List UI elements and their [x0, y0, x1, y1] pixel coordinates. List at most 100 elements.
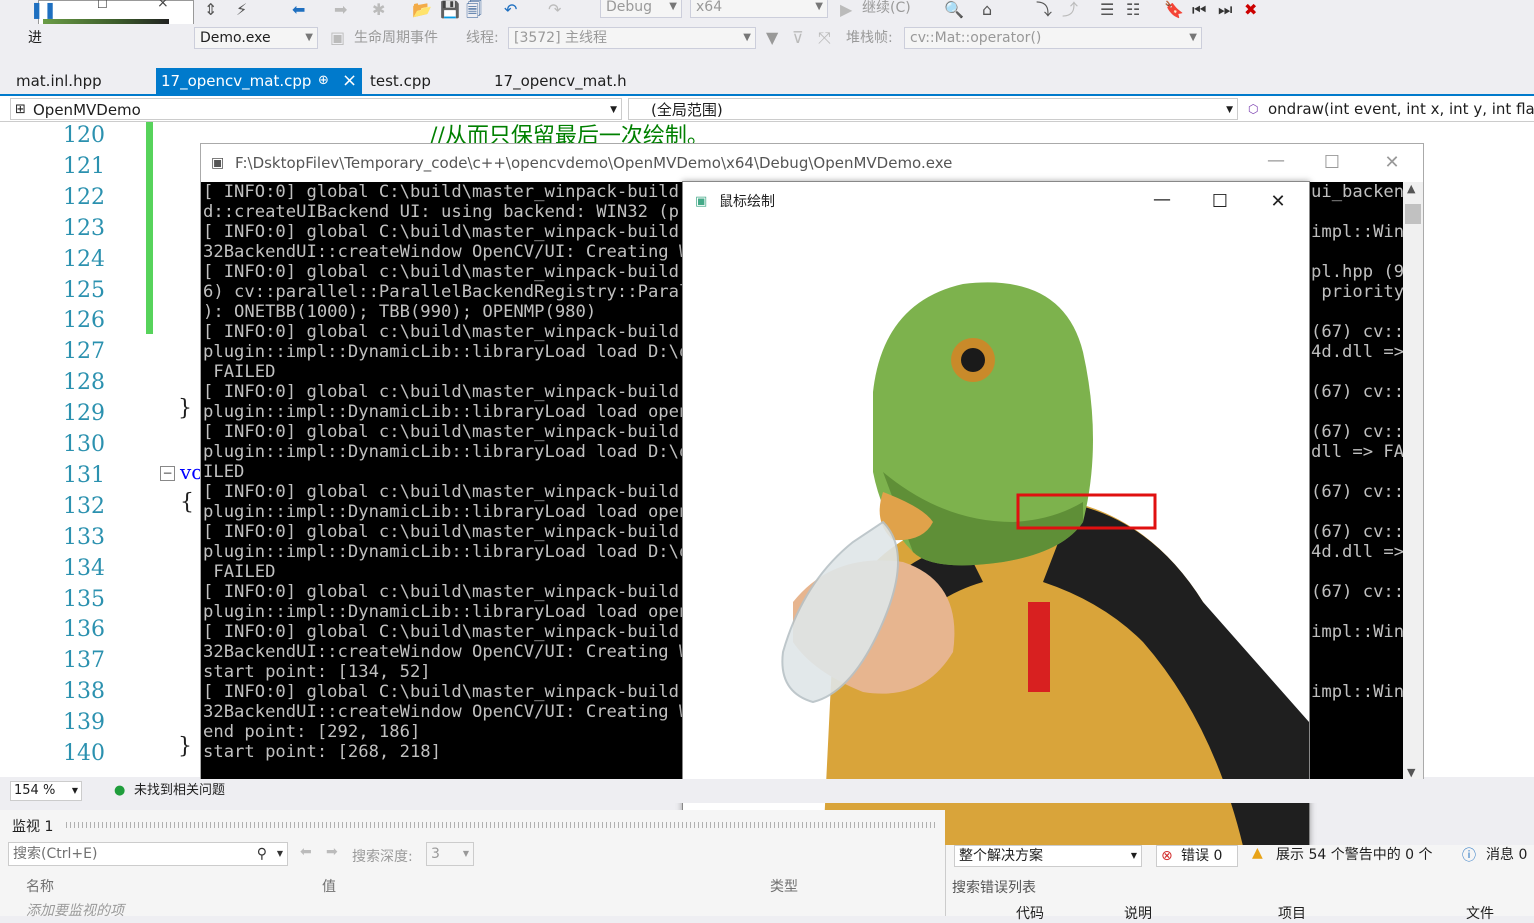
errors-filter-button[interactable]: ⊗ 错误 0: [1156, 845, 1238, 867]
console-title-bar[interactable]: ▣ F:\DsktopFilev\Temporary_code\c++\open…: [201, 144, 1423, 182]
pause-icon[interactable]: ❚❚: [30, 0, 57, 20]
console-line-tail: 4d.dll =>: [1311, 542, 1403, 562]
prev-bookmark-icon[interactable]: ⏮: [1192, 0, 1206, 20]
redo-icon[interactable]: ↷: [548, 0, 561, 20]
close-icon[interactable]: ✕: [1255, 182, 1301, 222]
watch-search-input[interactable]: 搜索(Ctrl+E) ⚲ ▼: [8, 842, 288, 866]
function-dropdown[interactable]: ⬡ ondraw(int event, int x, int y, int fl…: [1244, 98, 1534, 120]
column-header-name[interactable]: 名称: [26, 876, 54, 896]
chevron-down-icon[interactable]: ▼: [277, 843, 283, 865]
continue-icon[interactable]: ▶: [840, 0, 852, 20]
lifecycle-events-button[interactable]: 生命周期事件: [354, 28, 438, 48]
image-window-title-bar[interactable]: ▣ 鼠标绘制 — ☐ ✕: [683, 182, 1309, 222]
new-project-icon[interactable]: ✱: [372, 0, 385, 20]
closing-brace: }: [178, 396, 192, 421]
platform-dropdown[interactable]: x64 ▼: [690, 0, 828, 18]
console-scrollbar[interactable]: ▲ ▼: [1403, 182, 1423, 782]
add-watch-item[interactable]: 添加要监视的项: [26, 900, 124, 920]
chevron-down-icon: ▼: [743, 32, 751, 43]
collapse-toggle[interactable]: −: [160, 466, 175, 481]
line-number: 136: [63, 617, 105, 643]
next-bookmark-icon[interactable]: ⏭: [1218, 0, 1232, 20]
zoom-dropdown[interactable]: 154 % ▼: [10, 781, 82, 801]
config-dropdown[interactable]: Debug ▼: [600, 0, 682, 18]
navigate-forward-icon[interactable]: ➡: [334, 0, 347, 20]
clear-bookmarks-icon[interactable]: ✖: [1244, 0, 1257, 20]
column-header-file[interactable]: 文件: [1466, 903, 1494, 923]
issues-status: 未找到相关问题: [134, 783, 226, 798]
search-back-icon[interactable]: ⬅: [300, 844, 312, 860]
messages-filter-button[interactable]: 消息 0: [1486, 845, 1527, 865]
close-icon[interactable]: ×: [157, 0, 169, 11]
tab-mat-inl-hpp[interactable]: mat.inl.hpp: [2, 68, 116, 94]
console-line-tail: impl::Win: [1311, 682, 1403, 702]
console-line-tail: impl::Win: [1311, 622, 1403, 642]
find-icon[interactable]: 🔍: [944, 0, 964, 20]
line-number: 127: [63, 339, 105, 365]
code-map-icon[interactable]: ⚡: [236, 0, 247, 20]
column-header-value[interactable]: 值: [322, 876, 336, 896]
comment-icon[interactable]: ☰: [1100, 0, 1114, 20]
image-canvas[interactable]: [683, 222, 1309, 846]
step-icon[interactable]: ⇕: [204, 0, 217, 20]
tab-17-opencv-mat-cpp[interactable]: 17_opencv_mat.cpp ⊕ ×: [156, 68, 362, 94]
image-window[interactable]: ▣ 鼠标绘制 — ☐ ✕: [682, 181, 1310, 847]
save-all-icon[interactable]: 🗐: [466, 0, 482, 20]
scroll-down-icon[interactable]: ▼: [1407, 766, 1415, 779]
chevron-down-icon: ▼: [669, 1, 677, 12]
scroll-thumb[interactable]: [1405, 204, 1421, 224]
maximize-icon[interactable]: ☐: [1197, 182, 1243, 222]
maximize-icon[interactable]: ☐: [1309, 144, 1355, 182]
line-number: 120: [63, 123, 105, 148]
bookmark-icon[interactable]: 🔖: [1164, 0, 1184, 20]
save-icon[interactable]: 💾: [440, 0, 460, 20]
column-header-type[interactable]: 类型: [770, 876, 798, 896]
console-line-tail: pl.hpp (9: [1311, 262, 1403, 282]
process-dropdown[interactable]: Demo.exe ▼: [194, 27, 318, 49]
tab-label: 17_opencv_mat.h: [494, 72, 627, 90]
column-header-code[interactable]: 代码: [1016, 903, 1044, 923]
console-title: F:\DsktopFilev\Temporary_code\c++\opencv…: [235, 154, 953, 172]
maximize-icon[interactable]: ☐: [97, 0, 108, 11]
close-icon[interactable]: ✕: [1369, 144, 1415, 182]
lifecycle-icon[interactable]: ▣: [330, 28, 345, 48]
scroll-up-icon[interactable]: ▲: [1407, 182, 1415, 195]
thread-dropdown[interactable]: [3572] 主线程 ▼: [508, 27, 756, 49]
step-into-icon[interactable]: ⤵: [1036, 0, 1052, 20]
continue-button[interactable]: 继续(C): [862, 0, 911, 18]
line-number: 138: [63, 679, 105, 705]
undo-icon[interactable]: ↶: [504, 0, 517, 20]
column-header-project[interactable]: 项目: [1278, 903, 1306, 923]
chevron-down-icon: ▼: [1226, 105, 1233, 115]
step-out-icon[interactable]: ⤴: [1062, 0, 1078, 20]
search-forward-icon[interactable]: ➡: [326, 844, 338, 860]
uncomment-icon[interactable]: ☷: [1126, 0, 1140, 20]
flag-threads-icon[interactable]: ⤧: [818, 28, 831, 48]
scope-dropdown[interactable]: (全局范围) ▼: [628, 98, 1238, 120]
filter-threads-icon[interactable]: ⊽: [792, 28, 804, 48]
pin-icon[interactable]: ⊕: [318, 68, 329, 94]
console-line-tail: [1311, 462, 1403, 482]
navigate-back-icon[interactable]: ⬅: [292, 0, 305, 20]
filter-icon[interactable]: ▼: [766, 28, 778, 48]
error-search-input[interactable]: 搜索错误列表: [952, 877, 1036, 897]
change-indicator-bar: [146, 122, 153, 334]
stack-frame-dropdown[interactable]: cv::Mat::operator() ▼: [904, 27, 1202, 49]
minimize-icon[interactable]: —: [1253, 142, 1299, 180]
column-header-description[interactable]: 说明: [1124, 903, 1152, 923]
warnings-filter-button[interactable]: 展示 54 个警告中的 0 个: [1276, 845, 1433, 865]
minimize-icon[interactable]: —: [1139, 180, 1185, 220]
tab-17-opencv-mat-h[interactable]: 17_opencv_mat.h: [480, 68, 641, 94]
error-scope-dropdown[interactable]: 整个解决方案 ▼: [954, 845, 1142, 867]
close-icon[interactable]: ×: [342, 68, 357, 94]
search-depth-dropdown[interactable]: 3 ▼: [426, 842, 474, 866]
console-line-tail: (67) cv::: [1311, 322, 1403, 342]
chevron-down-icon: ▼: [610, 105, 617, 115]
search-icon[interactable]: ⚲: [257, 843, 267, 865]
console-line-tail: [1311, 202, 1403, 222]
open-folder-icon[interactable]: 📂: [412, 0, 432, 20]
console-line-tail: [1311, 402, 1403, 422]
home-icon[interactable]: ⌂: [982, 0, 992, 20]
project-dropdown[interactable]: ⊞ OpenMVDemo ▼: [10, 98, 622, 120]
tab-test-cpp[interactable]: test.cpp: [356, 68, 445, 94]
